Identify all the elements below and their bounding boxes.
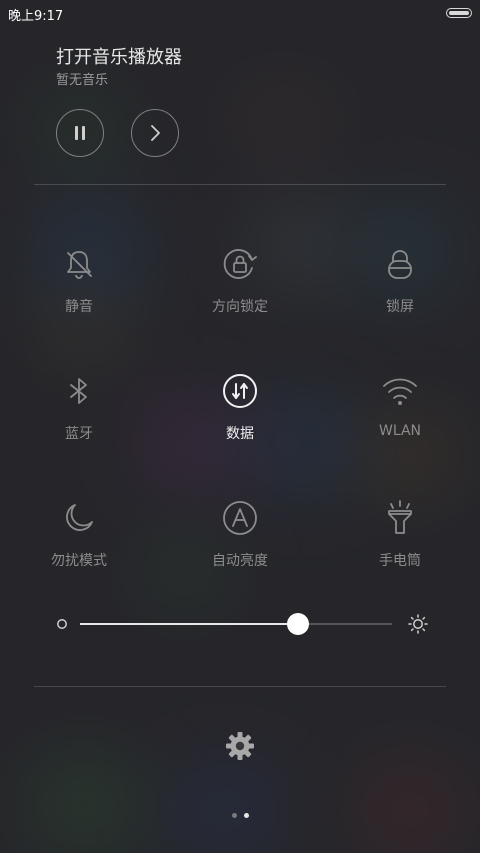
toggle-mute[interactable]: 静音 xyxy=(9,240,149,340)
toggle-label: 方向锁定 xyxy=(212,299,268,315)
battery-icon xyxy=(446,8,472,18)
pause-icon xyxy=(75,126,85,140)
toggle-rotation-lock[interactable]: 方向锁定 xyxy=(170,240,310,340)
bluetooth-icon xyxy=(59,371,99,411)
slider-fill xyxy=(80,623,299,625)
page-dot xyxy=(243,813,249,818)
rotation-lock-icon xyxy=(220,244,260,284)
toggle-wlan[interactable]: WLAN xyxy=(330,367,470,467)
moon-icon xyxy=(59,498,99,538)
brightness-high-icon xyxy=(408,614,428,634)
toggle-label: WLAN xyxy=(378,423,421,439)
slider-track xyxy=(80,613,392,635)
pause-button[interactable] xyxy=(56,109,104,157)
next-icon xyxy=(151,125,160,141)
toggle-label: 蓝牙 xyxy=(65,426,93,442)
toggle-bluetooth[interactable]: 蓝牙 xyxy=(9,367,149,467)
mute-bell-icon xyxy=(59,244,99,284)
toggle-label: 锁屏 xyxy=(386,299,414,315)
auto-brightness-icon xyxy=(220,498,260,538)
next-button[interactable] xyxy=(131,109,179,157)
page-indicator xyxy=(0,813,480,818)
divider xyxy=(34,184,446,185)
divider xyxy=(34,686,446,687)
brightness-slider[interactable] xyxy=(56,608,428,640)
brightness-low-icon xyxy=(57,619,67,629)
toggle-label: 数据 xyxy=(226,426,254,442)
toggle-do-not-disturb[interactable]: 勿扰模式 xyxy=(9,494,149,594)
toggle-label: 手电筒 xyxy=(379,553,421,569)
toggle-label: 静音 xyxy=(65,299,93,315)
flashlight-icon xyxy=(380,498,420,538)
mobile-data-icon xyxy=(220,371,260,411)
toggle-label: 勿扰模式 xyxy=(51,553,107,569)
toggle-lock-screen[interactable]: 锁屏 xyxy=(330,240,470,340)
toggle-flashlight[interactable]: 手电筒 xyxy=(330,494,470,594)
gear-icon xyxy=(226,732,254,760)
toggle-label: 自动亮度 xyxy=(212,553,268,569)
lock-icon xyxy=(380,244,420,284)
notification-shade: 晚上9:17 打开音乐播放器 暂无音乐 静音 方向锁定 锁屏 蓝牙 数据 WLA… xyxy=(0,0,480,853)
slider-thumb[interactable] xyxy=(287,613,310,635)
music-title[interactable]: 打开音乐播放器 xyxy=(56,43,182,69)
toggle-auto-brightness[interactable]: 自动亮度 xyxy=(170,494,310,594)
settings-button[interactable] xyxy=(222,728,258,764)
wifi-icon xyxy=(380,371,420,411)
status-bar: 晚上9:17 xyxy=(0,0,480,28)
page-dot xyxy=(231,813,237,818)
status-time: 晚上9:17 xyxy=(8,9,64,24)
toggle-mobile-data[interactable]: 数据 xyxy=(170,367,310,467)
music-subtitle: 暂无音乐 xyxy=(56,73,109,88)
